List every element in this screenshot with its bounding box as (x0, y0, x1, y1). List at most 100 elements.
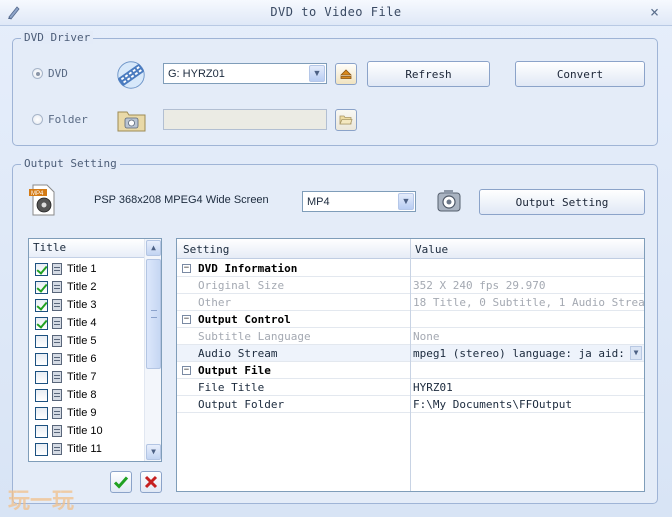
grid-row-value[interactable]: F:\My Documents\FFOutput (413, 398, 572, 411)
title-checkbox[interactable] (35, 352, 48, 366)
title-checkbox[interactable] (35, 334, 48, 348)
list-item[interactable]: Title 1 (29, 260, 145, 278)
list-item[interactable]: Title 3 (29, 296, 145, 314)
title-checkbox[interactable] (35, 298, 48, 312)
title-bar: DVD to Video File × (0, 0, 672, 26)
list-item[interactable]: Title 5 (29, 332, 145, 350)
title-label: Title 8 (67, 389, 97, 401)
title-checkbox[interactable] (35, 406, 48, 420)
dvd-driver-legend: DVD Driver (21, 31, 94, 44)
title-list[interactable]: Title Title 1 Title 2 Title 3 Title 4 Title … (28, 238, 162, 462)
drive-select-value: G: HYRZ01 (168, 67, 225, 80)
title-list-scrollbar[interactable]: ▲ ▼ (144, 239, 161, 461)
grid-row-key: Subtitle Language (198, 330, 311, 343)
scroll-down-icon[interactable]: ▼ (146, 444, 161, 460)
settings-grid[interactable]: Setting Value − DVD Information Original S… (176, 238, 645, 492)
list-item[interactable]: Title 2 (29, 278, 145, 296)
grid-column-divider[interactable] (410, 239, 411, 491)
title-checkbox[interactable] (35, 442, 48, 456)
title-label: Title 1 (67, 263, 97, 275)
list-item[interactable]: Title 8 (29, 386, 145, 404)
file-icon (52, 317, 62, 329)
close-icon (144, 475, 158, 489)
scroll-thumb[interactable] (146, 259, 161, 369)
list-item[interactable]: Title 6 (29, 350, 145, 368)
collapse-icon[interactable]: − (182, 366, 191, 375)
chevron-down-icon[interactable]: ▼ (309, 65, 325, 82)
folder-path-field (163, 109, 327, 130)
grid-header-setting: Setting (183, 243, 230, 256)
drive-select[interactable]: G: HYRZ01 ▼ (163, 63, 327, 84)
eject-button[interactable] (335, 63, 357, 85)
list-item[interactable]: Title 11 (29, 440, 145, 458)
title-checkbox[interactable] (35, 316, 48, 330)
eject-icon (340, 69, 352, 79)
title-list-header: Title (29, 239, 145, 258)
file-icon (52, 443, 62, 455)
dvd-radio[interactable]: DVD (32, 67, 68, 80)
uncheck-all-button[interactable] (140, 471, 162, 493)
main-window: DVD to Video File × DVD Driver DVD G: HY… (0, 0, 672, 517)
profile-name: PSP 368x208 MPEG4 Wide Screen (94, 194, 269, 206)
dvd-radio-dot[interactable] (32, 68, 43, 79)
format-select[interactable]: MP4 ▼ (302, 191, 416, 212)
svg-text:玩一玩: 玩一玩 (8, 489, 74, 514)
check-all-button[interactable] (110, 471, 132, 493)
open-folder-icon (339, 115, 353, 125)
checkmark-icon (113, 476, 129, 489)
file-icon (52, 353, 62, 365)
grid-row-value: 18 Title, 0 Subtitle, 1 Audio Stream (413, 296, 645, 309)
file-icon (52, 389, 62, 401)
file-icon (52, 371, 62, 383)
title-label: Title 7 (67, 371, 97, 383)
output-setting-legend: Output Setting (21, 157, 120, 170)
folder-radio-dot[interactable] (32, 114, 43, 125)
grid-row-key: Original Size (198, 279, 285, 292)
output-setting-button[interactable]: Output Setting (479, 189, 645, 215)
title-label: Title 10 (67, 425, 103, 437)
folder-radio[interactable]: Folder (32, 113, 88, 126)
folder-icon (117, 111, 146, 132)
title-label: Title 6 (67, 353, 97, 365)
convert-button[interactable]: Convert (515, 61, 645, 87)
settings-camera-icon[interactable] (433, 185, 465, 217)
list-item[interactable]: Title 9 (29, 404, 145, 422)
svg-text:MP4: MP4 (31, 191, 44, 197)
browse-folder-button (335, 109, 357, 131)
grid-header-value: Value (415, 243, 449, 256)
file-icon (52, 425, 62, 437)
file-icon (52, 407, 62, 419)
collapse-icon[interactable]: − (182, 264, 191, 273)
title-checkbox[interactable] (35, 280, 48, 294)
list-item[interactable]: Title 7 (29, 368, 145, 386)
file-icon (52, 299, 62, 311)
title-label: Title 9 (67, 407, 97, 419)
chevron-down-icon[interactable]: ▼ (398, 193, 414, 210)
file-icon (52, 281, 62, 293)
title-checkbox[interactable] (35, 388, 48, 402)
chevron-down-icon[interactable]: ▼ (630, 346, 642, 360)
title-label: Title 5 (67, 335, 97, 347)
folder-radio-label: Folder (48, 113, 88, 126)
grid-row-value: None (413, 330, 440, 343)
grid-row-value[interactable]: HYRZ01 (413, 381, 453, 394)
refresh-button[interactable]: Refresh (367, 61, 490, 87)
close-icon[interactable]: × (650, 3, 659, 21)
grid-row-key: DVD Information (198, 262, 298, 275)
title-label: Title 2 (67, 281, 97, 293)
watermark-logo: 玩一玩 (6, 484, 106, 514)
dvd-radio-label: DVD (48, 67, 68, 80)
list-item[interactable]: Title 4 (29, 314, 145, 332)
scroll-up-icon[interactable]: ▲ (146, 240, 161, 256)
grid-row-key: Output Control (198, 313, 291, 326)
title-label: Title 3 (67, 299, 97, 311)
list-item[interactable]: Title 10 (29, 422, 145, 440)
grid-row-key: Output Folder (198, 398, 285, 411)
title-checkbox[interactable] (35, 370, 48, 384)
grid-row-value[interactable]: mpeg1 (stereo) language: ja aid: 0 (413, 347, 638, 360)
film-reel-icon (117, 61, 145, 89)
collapse-icon[interactable]: − (182, 315, 191, 324)
title-checkbox[interactable] (35, 424, 48, 438)
window-title: DVD to Video File (270, 5, 402, 19)
title-checkbox[interactable] (35, 262, 48, 276)
